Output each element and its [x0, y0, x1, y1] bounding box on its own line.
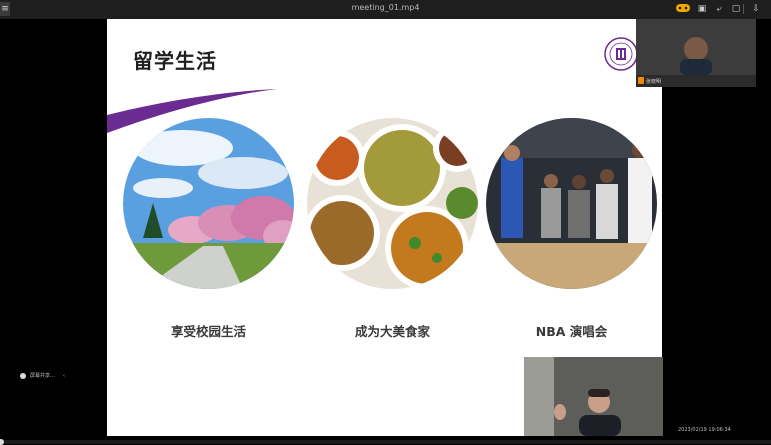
download-icon[interactable]: ⇩ — [750, 3, 762, 15]
nba-courtside-photo — [486, 118, 657, 289]
toolbar-divider — [743, 4, 744, 14]
homemade-dishes-photo — [307, 118, 478, 289]
caption-foodie: 成为大美食家 — [354, 324, 430, 339]
slide-title: 留学生活 — [133, 49, 217, 73]
cherry-blossom-campus-photo — [123, 118, 294, 289]
share-icon[interactable]: ⤶ — [713, 3, 725, 15]
university-seal-logo — [604, 37, 638, 71]
share-status-text: 屏幕共享… — [30, 373, 56, 379]
microphone-icon[interactable] — [638, 77, 644, 84]
caption-nba-concert: NBA 演唱会 — [535, 324, 608, 339]
window-title: meeting_01.mp4 — [351, 3, 420, 12]
share-status-icon — [20, 372, 26, 379]
screen-icon[interactable]: ▣ — [696, 3, 708, 15]
participant-tile-top[interactable]: 张晓明 — [636, 19, 756, 87]
participant-video — [636, 19, 756, 75]
participant-tile-bottom[interactable] — [524, 357, 663, 436]
window-title-bar: ≡ meeting_01.mp4 ▣ ⤶ ▢ ⇩ — [0, 0, 771, 19]
caption-campus-life: 享受校园生活 — [170, 324, 246, 339]
chevron-left-icon[interactable]: ‹ — [63, 373, 65, 379]
folder-icon[interactable]: ▢ — [730, 3, 742, 15]
playback-progress-bar[interactable] — [0, 439, 771, 445]
recording-timestamp: 2023/02/19 19:06:34 — [678, 427, 731, 433]
screen-share-status[interactable]: 屏幕共享… ‹ — [20, 372, 65, 379]
gamepad-icon[interactable] — [676, 3, 690, 15]
participant-video — [524, 357, 663, 436]
progress-handle[interactable] — [0, 439, 4, 445]
participant-name: 张晓明 — [646, 79, 662, 85]
